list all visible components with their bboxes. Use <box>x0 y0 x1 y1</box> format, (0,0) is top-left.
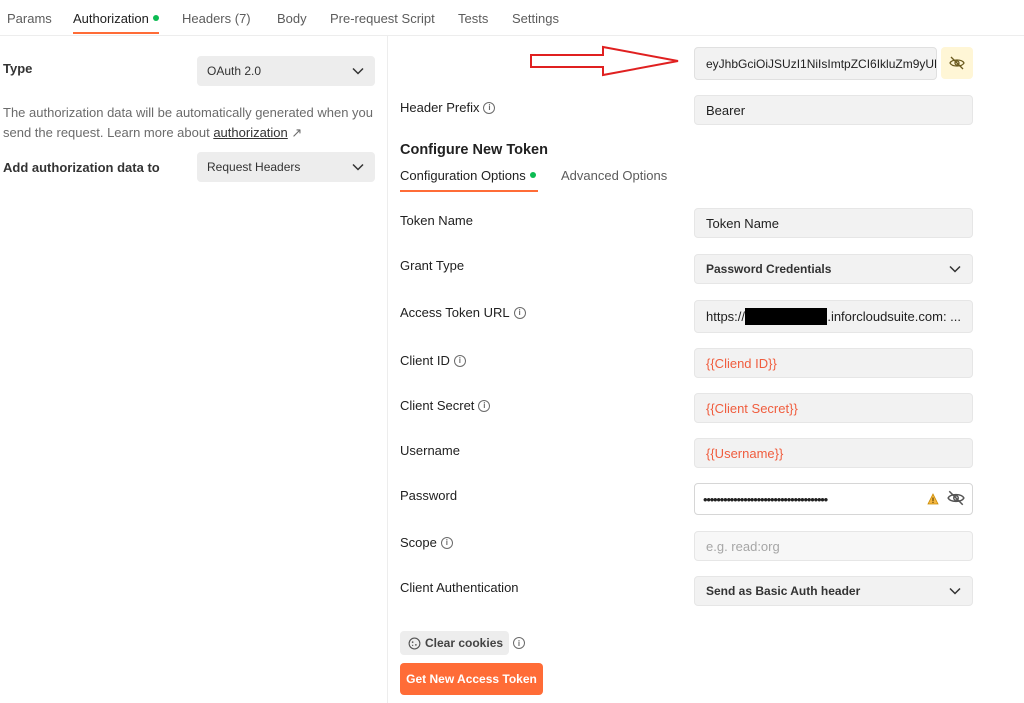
chevron-down-icon <box>949 262 961 276</box>
client-id-value: {{Cliend ID}} <box>706 355 777 371</box>
access-token-url-label: Access Token URL i <box>400 305 526 320</box>
hide-token-button[interactable] <box>941 47 973 79</box>
access-token-url-prefix: https:// <box>706 309 746 324</box>
add-auth-data-select[interactable]: Request Headers <box>197 152 375 182</box>
add-auth-data-label: Add authorization data to <box>3 160 160 175</box>
get-new-access-token-button[interactable]: Get New Access Token <box>400 663 543 695</box>
scope-placeholder: e.g. read:org <box>706 538 780 554</box>
tab-prerequest-script[interactable]: Pre-request Script <box>330 11 435 26</box>
configure-token-title: Configure New Token <box>400 142 548 158</box>
redacted-block <box>745 308 828 325</box>
info-icon[interactable]: i <box>478 399 491 412</box>
clear-cookies-label: Clear cookies <box>425 636 504 650</box>
token-name-input[interactable]: Token Name <box>694 208 973 238</box>
active-subtab-underline <box>400 190 538 192</box>
chevron-down-icon <box>351 160 365 174</box>
info-icon[interactable]: i <box>513 306 526 319</box>
pane-divider <box>387 36 388 703</box>
tab-tests[interactable]: Tests <box>458 11 488 26</box>
auth-type-value: OAuth 2.0 <box>207 64 262 78</box>
tab-authorization-label: Authorization <box>73 11 149 26</box>
tab-authorization[interactable]: Authorization <box>73 11 159 26</box>
type-label: Type <box>3 61 33 76</box>
username-input[interactable]: {{Username}} <box>694 438 973 468</box>
active-indicator-dot <box>529 172 536 178</box>
access-token-value: eyJhbGciOiJSUzI1NiIsImtpZCI6IkluZm9yUHJv… <box>706 56 936 71</box>
annotation-arrow <box>530 45 679 77</box>
client-id-text: Client ID <box>400 353 450 368</box>
request-tabs: Params Authorization Headers (7) Body Pr… <box>0 0 1024 36</box>
client-secret-label: Client Secret i <box>400 398 491 413</box>
client-secret-text: Client Secret <box>400 398 475 413</box>
password-input[interactable]: ••••••••••••••••••••••••••••••••••••• <box>694 483 973 515</box>
scope-label: Scope i <box>400 535 453 550</box>
auth-description: The authorization data will be automatic… <box>3 103 381 143</box>
tab-params[interactable]: Params <box>7 11 52 26</box>
warning-icon <box>927 493 939 505</box>
client-id-label: Client ID i <box>400 353 466 368</box>
eye-off-icon[interactable] <box>947 489 965 507</box>
info-icon[interactable]: i <box>483 101 496 114</box>
grant-type-label: Grant Type <box>400 258 465 273</box>
auth-type-select[interactable]: OAuth 2.0 <box>197 56 375 86</box>
client-secret-input[interactable]: {{Client Secret}} <box>694 393 973 423</box>
username-value: {{Username}} <box>706 445 784 461</box>
authorization-docs-link[interactable]: authorization <box>213 125 287 140</box>
chevron-down-icon <box>351 64 365 78</box>
subtab-configuration-label: Configuration Options <box>400 168 526 183</box>
active-indicator-dot <box>152 15 159 21</box>
header-prefix-label: Header Prefix i <box>400 100 496 115</box>
username-label: Username <box>400 443 460 458</box>
grant-type-select[interactable]: Password Credentials <box>694 254 973 284</box>
auth-description-text: The authorization data will be automatic… <box>3 105 374 140</box>
access-token-field[interactable]: eyJhbGciOiJSUzI1NiIsImtpZCI6IkluZm9yUHJv… <box>694 47 937 80</box>
clear-cookies-button[interactable]: Clear cookies <box>400 631 509 655</box>
header-prefix-text: Header Prefix <box>400 100 480 115</box>
client-authentication-select[interactable]: Send as Basic Auth header <box>694 576 973 606</box>
client-authentication-label: Client Authentication <box>400 580 519 595</box>
access-token-url-text: Access Token URL <box>400 305 510 320</box>
scope-text: Scope <box>400 535 437 550</box>
info-icon[interactable]: i <box>513 637 525 649</box>
get-new-access-token-label: Get New Access Token <box>406 672 537 686</box>
scope-input[interactable]: e.g. read:org <box>694 531 973 561</box>
cookie-icon <box>408 637 421 649</box>
access-token-url-input[interactable]: https:// .inforcloudsuite.com: ... <box>694 300 973 333</box>
password-label: Password <box>400 488 458 503</box>
tab-settings[interactable]: Settings <box>512 11 559 26</box>
header-prefix-value: Bearer <box>706 102 746 118</box>
external-link-icon: ↗ <box>291 125 303 140</box>
add-auth-data-value: Request Headers <box>207 160 301 174</box>
eye-off-icon <box>949 56 965 70</box>
token-name-value: Token Name <box>706 215 779 231</box>
password-value: ••••••••••••••••••••••••••••••••••••• <box>703 491 828 507</box>
header-prefix-input[interactable]: Bearer <box>694 95 973 125</box>
tab-body[interactable]: Body <box>277 11 307 26</box>
token-name-label: Token Name <box>400 213 473 228</box>
client-id-input[interactable]: {{Cliend ID}} <box>694 348 973 378</box>
client-secret-value: {{Client Secret}} <box>706 400 798 416</box>
client-authentication-value: Send as Basic Auth header <box>706 584 861 598</box>
info-icon[interactable]: i <box>440 536 453 549</box>
info-icon[interactable]: i <box>453 354 466 367</box>
tab-headers[interactable]: Headers (7) <box>182 11 251 26</box>
subtab-configuration-options[interactable]: Configuration Options <box>400 168 536 183</box>
chevron-down-icon <box>949 584 961 598</box>
active-tab-underline <box>73 32 159 34</box>
access-token-url-suffix: .inforcloudsuite.com: ... <box>827 309 961 324</box>
grant-type-value: Password Credentials <box>706 262 832 276</box>
subtab-advanced-options[interactable]: Advanced Options <box>561 168 667 183</box>
